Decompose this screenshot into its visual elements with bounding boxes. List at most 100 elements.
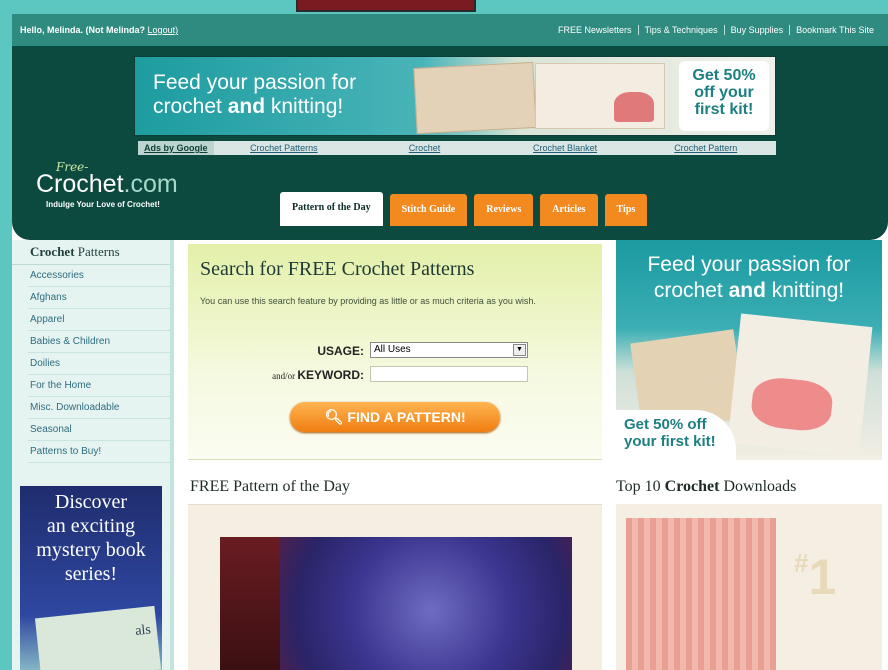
banner-tagline-bold: and — [227, 95, 266, 118]
category-sidebar: Crochet Patterns Accessories Afghans App… — [12, 240, 174, 670]
banner-tagline-post: knitting! — [265, 95, 344, 118]
sidebar-item-for-the-home[interactable]: For the Home — [28, 375, 170, 397]
page-wrapper: Hello, Melinda. (Not Melinda? Logout) FR… — [12, 14, 888, 670]
top-banner-ad[interactable]: Feed your passion for crochet and knitti… — [134, 56, 776, 136]
promo-line1: Discover — [54, 491, 128, 513]
bookmark-site-link[interactable]: Bookmark This Site — [789, 25, 880, 35]
right-ad-tagline-pre: crochet — [653, 279, 729, 302]
top10-heading: Top 10 Crochet Downloads — [616, 478, 796, 496]
sidebar-item-accessories[interactable]: Accessories — [28, 265, 170, 287]
tab-stitch-guide[interactable]: Stitch Guide — [389, 194, 468, 226]
site-header: Feed your passion for crochet and knitti… — [12, 46, 888, 240]
top-browser-tab[interactable] — [296, 0, 476, 12]
right-ad-tagline: Feed your passion for crochet and knitti… — [616, 252, 882, 304]
category-list: Accessories Afghans Apparel Babies & Chi… — [28, 265, 170, 463]
banner-tagline: Feed your passion for crochet and knitti… — [153, 71, 356, 119]
sidebar-title-bold: Crochet — [30, 244, 75, 259]
right-ad-tagline-line1: Feed your passion for — [647, 253, 851, 276]
mystery-book-promo[interactable]: Discover an exciting mystery book series… — [20, 486, 162, 670]
pattern-of-day-image[interactable] — [220, 537, 572, 670]
google-ads-bar: Ads by Google Crochet Patterns Crochet C… — [138, 141, 776, 155]
promo-line2: an exciting — [46, 515, 136, 537]
newsletters-link[interactable]: FREE Newsletters — [552, 25, 638, 35]
logo-tld: .com — [123, 170, 178, 198]
promo-line3: mystery book — [36, 539, 146, 561]
top10-title-pre: Top 10 — [616, 478, 665, 495]
keyword-label-text: KEYWORD: — [297, 368, 364, 382]
dishcloth-book-image — [535, 63, 665, 129]
usage-label: USAGE: — [317, 344, 364, 358]
promo-line4: series! — [64, 563, 118, 585]
sidebar-item-doilies[interactable]: Doilies — [28, 353, 170, 375]
top10-box: #1 — [616, 504, 882, 670]
banner-tagline-line2: crochet and knitting! — [153, 95, 356, 119]
sidebar-item-apparel[interactable]: Apparel — [28, 309, 170, 331]
right-ad-offer-line1: Get 50% off — [624, 416, 707, 433]
keyword-prefix: and/or — [272, 371, 298, 381]
right-ad-tagline-line2: crochet and knitting! — [616, 278, 882, 304]
right-ad-book2-image — [727, 313, 873, 457]
right-banner-ad[interactable]: Feed your passion for crochet and knitti… — [616, 240, 882, 460]
banner-offer: Get 50% off your first kit! — [679, 61, 769, 131]
chevron-down-icon[interactable]: ▼ — [513, 344, 526, 356]
jewelry-book-image — [413, 61, 537, 135]
sidebar-item-misc-downloadable[interactable]: Misc. Downloadable — [28, 397, 170, 419]
top10-rank: #1 — [794, 548, 836, 606]
logout-link[interactable]: Logout) — [148, 25, 179, 35]
tab-tips[interactable]: Tips — [604, 194, 648, 226]
usage-row: USAGE: All Uses ▼ — [188, 342, 602, 360]
user-greeting: Hello, Melinda. (Not Melinda? Logout) — [20, 25, 178, 35]
ads-by-google-link[interactable]: Ads by Google — [138, 141, 214, 155]
logo-subtitle: Indulge Your Love of Crochet! — [46, 200, 160, 209]
right-ad-offer-line2: your first kit! — [624, 433, 716, 450]
logo-name: Crochet.com — [36, 170, 178, 199]
banner-tagline-pre: crochet — [153, 95, 228, 118]
sidebar-item-afghans[interactable]: Afghans — [28, 287, 170, 309]
buy-supplies-link[interactable]: Buy Supplies — [723, 25, 790, 35]
right-ad-offer: Get 50% off your first kit! — [616, 410, 736, 460]
keyword-label: and/or KEYWORD: — [272, 368, 364, 382]
sidebar-item-patterns-to-buy[interactable]: Patterns to Buy! — [28, 441, 170, 463]
tab-articles[interactable]: Articles — [540, 194, 598, 226]
find-pattern-label: FIND A PATTERN! — [347, 409, 466, 425]
usage-select-value: All Uses — [374, 344, 411, 355]
top10-item-image[interactable] — [626, 518, 776, 670]
top-utility-bar: Hello, Melinda. (Not Melinda? Logout) FR… — [12, 14, 888, 46]
pattern-of-day-box — [188, 504, 602, 670]
search-icon: 🔍︎ — [324, 409, 344, 426]
top10-title-bold: Crochet — [664, 478, 720, 495]
banner-tagline-line1: Feed your passion for — [153, 71, 357, 94]
banner-offer-line2: off your — [694, 84, 754, 101]
tab-reviews[interactable]: Reviews — [474, 194, 534, 226]
sidebar-item-seasonal[interactable]: Seasonal — [28, 419, 170, 441]
not-user-link[interactable]: (Not Melinda? — [86, 25, 146, 35]
greeting-text: Hello, Melinda. — [20, 25, 84, 35]
keyword-row: and/or KEYWORD: — [188, 366, 602, 384]
ad-link-crochet-patterns[interactable]: Crochet Patterns — [214, 143, 355, 153]
keyword-input[interactable] — [370, 366, 528, 382]
main-nav-tabs: Pattern of the Day Stitch Guide Reviews … — [280, 192, 654, 226]
find-pattern-button[interactable]: 🔍︎ FIND A PATTERN! — [290, 402, 500, 432]
sidebar-title-rest: Patterns — [74, 244, 120, 259]
promo-book-image: als — [34, 605, 162, 670]
logo-name-text: Crochet — [36, 170, 124, 198]
pattern-of-day-heading: FREE Pattern of the Day — [190, 478, 350, 495]
top10-title-post: Downloads — [719, 478, 797, 495]
tips-techniques-link[interactable]: Tips & Techniques — [637, 25, 724, 35]
utility-links: FREE Newsletters Tips & Techniques Buy S… — [552, 25, 880, 35]
ad-link-crochet-blanket[interactable]: Crochet Blanket — [495, 143, 636, 153]
banner-offer-line1: Get 50% — [692, 67, 756, 84]
search-title: Search for FREE Crochet Patterns — [200, 258, 475, 280]
usage-select[interactable]: All Uses ▼ — [370, 342, 528, 358]
tab-pattern-of-the-day[interactable]: Pattern of the Day — [280, 192, 383, 226]
ad-link-crochet-pattern[interactable]: Crochet Pattern — [635, 143, 776, 153]
right-ad-tagline-post: knitting! — [765, 279, 845, 302]
sidebar-item-babies-children[interactable]: Babies & Children — [28, 331, 170, 353]
sidebar-title: Crochet Patterns — [12, 240, 170, 265]
rank-number: 1 — [808, 549, 837, 605]
search-description: You can use this search feature by provi… — [200, 296, 536, 306]
pattern-search-panel: Search for FREE Crochet Patterns You can… — [188, 244, 602, 460]
rank-hash: # — [794, 548, 809, 578]
right-ad-tagline-bold: and — [728, 279, 766, 302]
ad-link-crochet[interactable]: Crochet — [354, 143, 495, 153]
